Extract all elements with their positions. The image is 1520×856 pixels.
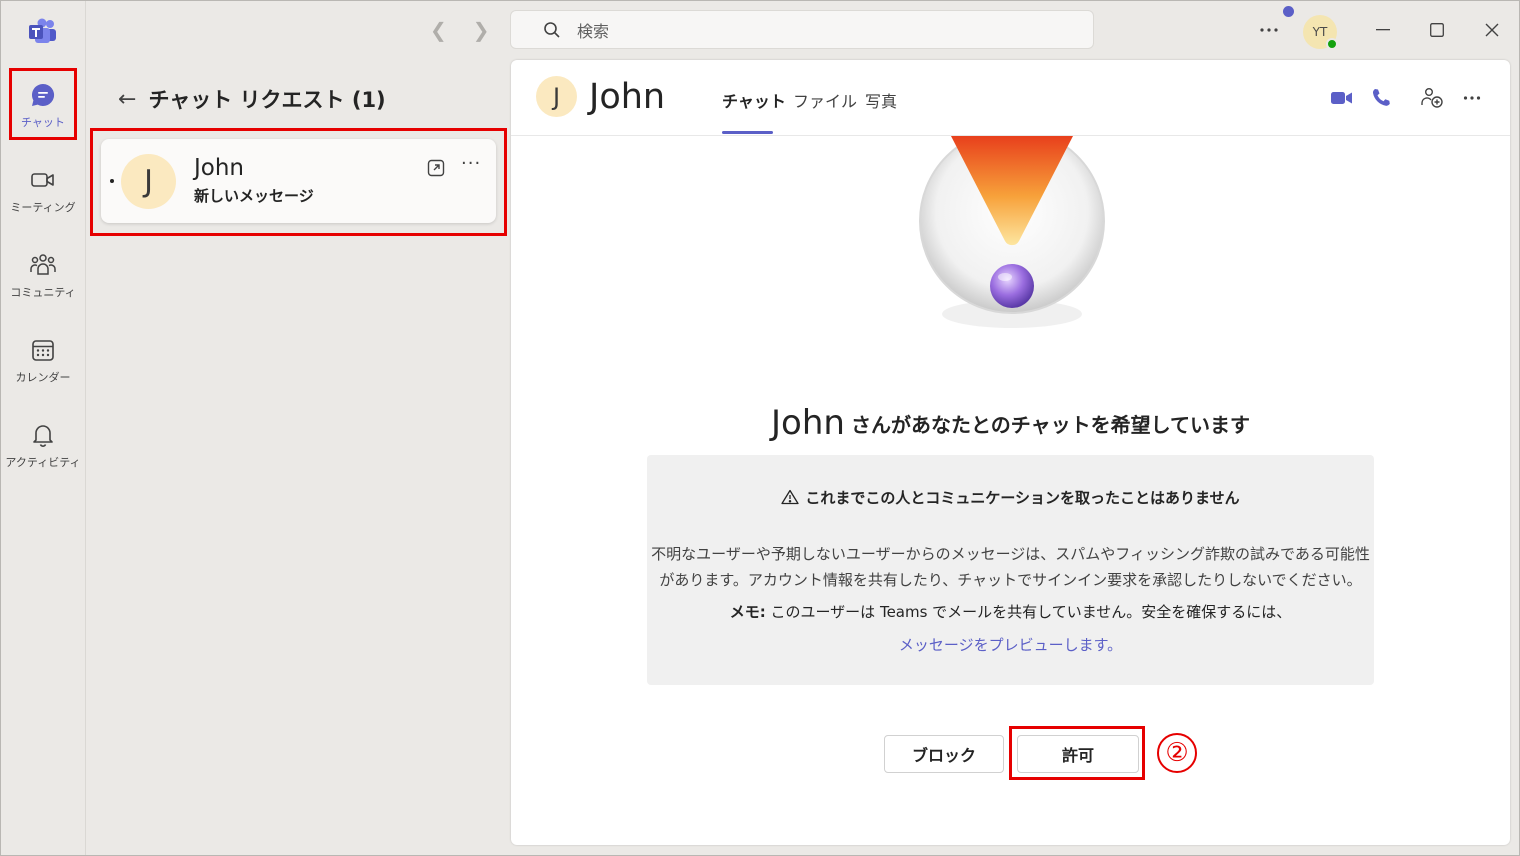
chat-main-pane: J John チャット ファイル 写真 John さんがあなたとのチャットを希望… [511, 60, 1510, 845]
pop-out-icon[interactable] [427, 159, 445, 177]
more-options-icon[interactable] [1463, 95, 1481, 101]
warning-title: これまでこの人とコミュニケーションを取ったことはありません [647, 487, 1374, 508]
app-rail: チャット ミーティング コミュニティ カレンダー アクティビティ [0, 0, 86, 856]
warning-illustration [919, 136, 1105, 328]
request-text: さんがあなたとのチャットを希望しています [850, 412, 1250, 437]
rail-meetings-label: ミーティング [10, 201, 76, 214]
annotation-step-number: ② [1157, 733, 1197, 773]
chat-request-header: ← チャット リクエスト (1) [118, 84, 386, 114]
video-call-icon[interactable] [1330, 86, 1354, 110]
notification-dot [1283, 6, 1294, 17]
avatar: J [121, 154, 176, 209]
search-box[interactable]: 検索 [510, 10, 1094, 49]
tab-photos[interactable]: 写真 [865, 88, 897, 112]
unread-dot [110, 179, 114, 183]
rail-community-label: コミュニティ [10, 286, 76, 299]
more-options-icon[interactable]: ··· [461, 153, 481, 174]
rail-calendar[interactable]: カレンダー [0, 327, 86, 399]
rail-chat[interactable]: チャット [0, 72, 86, 144]
tab-chat[interactable]: チャット [722, 88, 786, 112]
rail-calendar-label: カレンダー [15, 371, 71, 384]
search-placeholder: 検索 [577, 21, 610, 41]
block-button[interactable]: ブロック [884, 735, 1004, 773]
active-tab-indicator [722, 131, 773, 134]
warning-line-1: 不明なユーザーや予期しないユーザーからのメッセージは、スパムやフィッシング詐欺の… [651, 545, 1370, 563]
note-label: メモ: [729, 603, 766, 621]
tab-files[interactable]: ファイル [793, 88, 857, 112]
chat-header: J John チャット ファイル 写真 [511, 60, 1510, 136]
close-icon[interactable] [1485, 23, 1499, 37]
allow-button[interactable]: 許可 [1017, 735, 1139, 773]
chat-title: John [589, 77, 666, 117]
request-headline: John さんがあなたとのチャットを希望しています [511, 403, 1510, 443]
maximize-icon[interactable] [1430, 23, 1444, 37]
phone-call-icon[interactable] [1369, 86, 1393, 110]
rail-chat-label: チャット [21, 116, 65, 129]
teams-logo-icon [29, 18, 56, 43]
more-options-icon[interactable] [1259, 27, 1279, 33]
back-arrow-icon[interactable]: ← [118, 87, 136, 112]
rail-meetings[interactable]: ミーティング [0, 157, 86, 229]
calendar-icon [28, 335, 58, 365]
rail-community[interactable]: コミュニティ [0, 242, 86, 314]
forward-arrow-icon[interactable]: ❯ [473, 18, 490, 42]
warning-panel: これまでこの人とコミュニケーションを取ったことはありません 不明なユーザーや予期… [647, 455, 1374, 685]
warning-triangle-icon [781, 489, 800, 505]
people-community-icon [28, 250, 58, 280]
video-icon [28, 165, 58, 195]
warning-title-text: これまでこの人とコミュニケーションを取ったことはありません [805, 489, 1240, 507]
chat-request-item[interactable]: J John 新しいメッセージ ··· [101, 139, 496, 223]
rail-activity[interactable]: アクティビティ [0, 412, 86, 484]
contact-name: John [194, 155, 245, 181]
back-arrow-icon[interactable]: ❮ [430, 18, 447, 42]
warning-line-2: があります。アカウント情報を共有したり、チャットでサインイン要求を承認したりしな… [659, 571, 1362, 589]
avatar: J [536, 76, 577, 117]
warning-body: 不明なユーザーや予期しないユーザーからのメッセージは、スパムやフィッシング詐欺の… [647, 541, 1374, 593]
bell-icon [28, 420, 58, 450]
requester-name: John [771, 403, 845, 443]
avatar-initial: J [552, 82, 561, 111]
message-preview: 新しいメッセージ [194, 187, 314, 205]
search-icon [544, 21, 560, 38]
warning-note: メモ: このユーザーは Teams でメールを共有していません。安全を確保するに… [647, 601, 1374, 622]
add-people-icon[interactable] [1420, 86, 1444, 110]
preview-message-link[interactable]: メッセージをプレビューします。 [647, 634, 1374, 655]
presence-available-icon [1326, 38, 1338, 50]
chat-icon [28, 80, 58, 110]
minimize-icon[interactable] [1376, 29, 1390, 31]
profile-avatar[interactable]: YT [1303, 15, 1338, 50]
history-nav: ❮ ❯ [430, 18, 490, 42]
note-text: このユーザーは Teams でメールを共有していません。安全を確保するには、 [770, 603, 1292, 621]
profile-initials: YT [1312, 25, 1328, 39]
list-title: チャット リクエスト (1) [148, 88, 386, 112]
rail-activity-label: アクティビティ [5, 456, 81, 469]
avatar-initial: J [144, 164, 153, 199]
